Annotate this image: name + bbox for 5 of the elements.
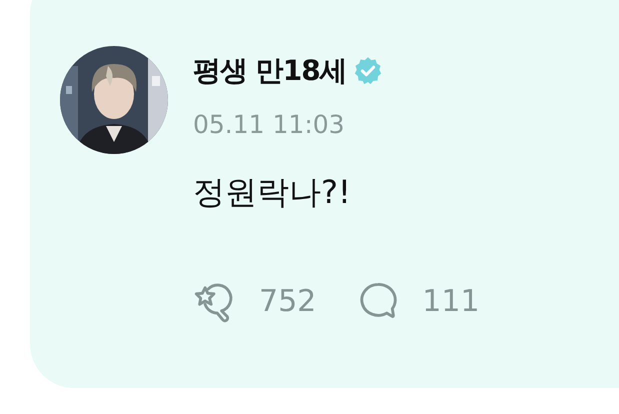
action-count: 752 [259,284,316,318]
post-time: 05.11 11:03 [193,110,346,139]
post-text: 정원락나?! [193,172,352,213]
action-count: 111 [422,284,480,318]
author-name: 평생 만18세 [193,53,347,89]
